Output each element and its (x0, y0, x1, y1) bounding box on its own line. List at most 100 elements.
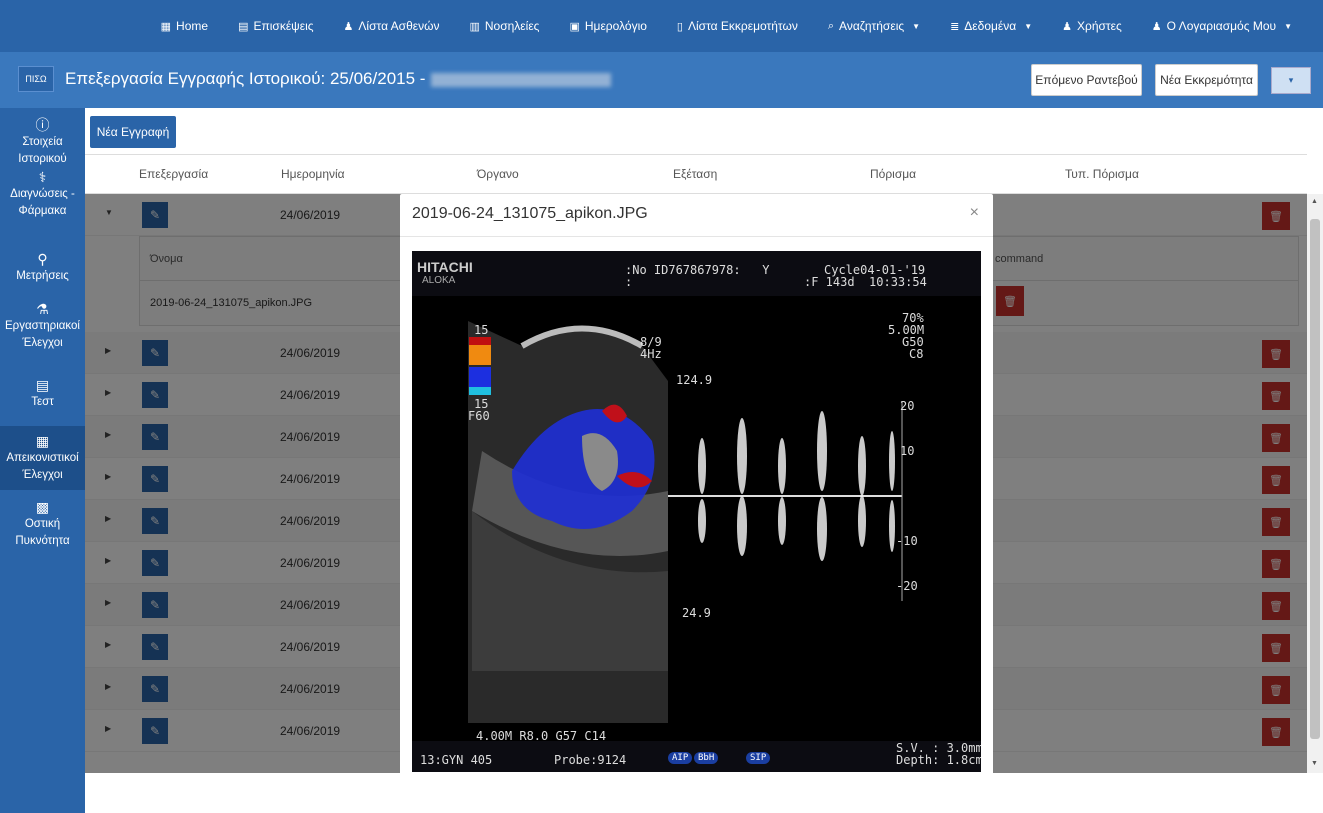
sidebar-item-6[interactable]: ▩ Οστική Πυκνότητα (0, 498, 85, 550)
scroll-up-icon[interactable]: ▲ (1311, 198, 1318, 205)
us-tick-20: 20 (900, 399, 915, 413)
us-hz: 4Hz (640, 347, 662, 361)
nav-label: Ημερολόγιο (584, 19, 647, 33)
users-icon: ♟ (1062, 20, 1072, 33)
nav-item-5[interactable]: ▯ Λίστα Εκκρεμοτήτων (662, 19, 813, 33)
close-icon[interactable]: × (970, 204, 979, 222)
next-appointment-button[interactable]: Επόμενο Ραντεβού (1031, 64, 1142, 96)
sidebar-item-label: Διαγνώσεις - Φάρμακα (10, 188, 75, 217)
nav-label: Επισκέψεις (253, 19, 314, 33)
us-depth: Depth: 1.8cm (896, 753, 981, 767)
col-edit: Επεξεργασία (139, 167, 209, 181)
nav-item-0[interactable]: ▦ Home (146, 19, 223, 33)
sidebar-item-5[interactable]: ▦ Απεικονιστικοί Έλεγχοι (0, 426, 85, 490)
flask-icon: ⚗ (36, 301, 49, 317)
table-header: Επεξεργασία Ημερομηνία Όργανο Εξέταση Πό… (85, 154, 1307, 194)
us-scale-top: 15 (474, 323, 489, 337)
nav-item-9[interactable]: ♟ Ο Λογαριασμός Μου ▼ (1137, 19, 1307, 33)
sidebar-item-3[interactable]: ⚗ Εργαστηριακοί Έλεγχοι (0, 300, 85, 352)
nav-label: Λίστα Εκκρεμοτήτων (687, 19, 798, 33)
new-pending-button[interactable]: Νέα Εκκρεμότητα (1155, 64, 1258, 96)
us-bbh-badge: BbH (694, 752, 719, 764)
col-organ: Όργανο (477, 167, 519, 181)
user-icon: ♟ (343, 20, 354, 33)
us-frame-time: :F 143d 10:33:54 (804, 275, 927, 289)
nav-item-8[interactable]: ♟ Χρήστες (1047, 19, 1137, 33)
page-footer (85, 773, 1323, 813)
caret-down-icon: ▼ (1024, 21, 1033, 31)
brand-hitachi: HITACHI (417, 259, 473, 275)
scrollbar-thumb[interactable] (1310, 219, 1320, 739)
bone-density-icon: ▩ (35, 499, 50, 515)
nav-item-1[interactable]: ▤ Επισκέψεις (223, 19, 328, 33)
nav-label: Ο Λογαριασμός Μου (1166, 19, 1277, 33)
nav-item-4[interactable]: ▣ Ημερολόγιο (554, 19, 661, 33)
us-colon: : (625, 275, 633, 289)
nav-label: Home (176, 19, 209, 33)
nav-item-3[interactable]: ▥ Νοσηλείες (454, 19, 554, 33)
sidebar-item-label: Στοιχεία Ιστορικού (18, 136, 67, 165)
sidebar-item-label: Οστική Πυκνότητα (15, 518, 70, 547)
top-navbar: ▦ Home ▤ Επισκέψεις ♟ Λίστα Ασθενών ▥ Νοσηλείες… (0, 0, 1323, 52)
us-probe: Probe:9124 (554, 753, 627, 767)
scrollbar[interactable]: ▲ ▼ (1307, 194, 1323, 773)
col-typical-conclusion: Τυπ. Πόρισμα (1065, 167, 1139, 181)
us-tick-10: 10 (900, 444, 915, 458)
ultrasound-image: HITACHI ALOKA :No ID767867978: Y : Cycle… (412, 251, 981, 772)
us-bottom-params: 4.00M R8.0 G57 C14 (476, 729, 607, 743)
sidebar-item-label: Μετρήσεις (16, 270, 69, 282)
blurred-patient-name (431, 72, 612, 87)
back-logo-button[interactable]: ΠΙΣΩ (18, 66, 54, 92)
us-patient-id: :No ID767867978: Y (625, 263, 770, 277)
caret-down-icon: ▼ (912, 21, 921, 31)
us-tick-neg20: -20 (896, 579, 918, 593)
database-icon: ≣ (950, 20, 960, 33)
hospital-icon: ▥ (469, 20, 480, 33)
search-icon: ⌕ (827, 19, 835, 32)
sidebar-item-label: Απεικονιστικοί Έλεγχοι (6, 452, 79, 481)
stethoscope-icon: ⚲ (37, 251, 48, 267)
account-icon: ♟ (1151, 20, 1162, 33)
col-date: Ημερομηνία (281, 167, 345, 181)
nav-item-2[interactable]: ♟ Λίστα Ασθενών (329, 19, 455, 33)
nav-label: Χρήστες (1077, 19, 1122, 33)
us-f60: F60 (468, 409, 490, 423)
header-dropdown-button[interactable]: ▾ (1271, 67, 1311, 94)
sidebar-item-0[interactable]: ⓘ Στοιχεία Ιστορικού (0, 116, 85, 168)
clipboard-icon: ▯ (676, 20, 683, 33)
new-record-button[interactable]: Νέα Εγγραφή (90, 116, 176, 148)
nav-label: Αναζητήσεις (839, 19, 905, 33)
us-tick-neg10: -10 (896, 534, 918, 548)
page-title-text: Επεξεργασία Εγγραφής Ιστορικού: 25/06/20… (65, 69, 426, 88)
chevron-down-icon: ▾ (1288, 75, 1294, 85)
sidebar-item-label: Τεστ (31, 396, 54, 408)
clipboard-image-icon: ▦ (35, 433, 50, 449)
us-gyn: 13:GYN 405 (420, 753, 493, 767)
us-param-4: C8 (909, 347, 924, 361)
sidebar-item-2[interactable]: ⚲ Μετρήσεις (0, 250, 85, 285)
col-conclusion: Πόρισμα (870, 167, 917, 181)
image-modal: 2019-06-24_131075_apikon.JPG × HITACHI A… (400, 194, 993, 779)
us-velocity-bottom: 24.9 (682, 606, 711, 620)
document-icon: ▤ (238, 20, 249, 33)
nav-label: Νοσηλείες (484, 19, 540, 33)
nav-item-6[interactable]: ⌕ Αναζητήσεις ▼ (813, 19, 935, 33)
clipboard-list-icon: ▤ (35, 377, 50, 393)
modal-divider (400, 236, 993, 237)
nav-item-7[interactable]: ≣ Δεδομένα ▼ (935, 19, 1047, 33)
us-velocity-top: 124.9 (676, 373, 713, 387)
pills-icon: ⚕ (38, 169, 47, 185)
sidebar-item-4[interactable]: ▤ Τεστ (0, 376, 85, 411)
us-sip-badge: SIP (746, 752, 771, 764)
main-nav: ▦ Home ▤ Επισκέψεις ♟ Λίστα Ασθενών ▥ Νοσηλείες… (146, 0, 1307, 52)
sidebar: ⓘ Στοιχεία Ιστορικού ⚕ Διαγνώσεις - Φάρμακα… (0, 108, 85, 813)
col-exam: Εξέταση (673, 167, 718, 181)
page-title: Επεξεργασία Εγγραφής Ιστορικού: 25/06/20… (65, 69, 612, 89)
modal-title: 2019-06-24_131075_apikon.JPG (412, 205, 648, 222)
info-icon: ⓘ (35, 117, 50, 133)
sidebar-item-1[interactable]: ⚕ Διαγνώσεις - Φάρμακα (0, 168, 85, 220)
scroll-down-icon[interactable]: ▼ (1311, 760, 1318, 767)
us-aip-badge: AIP (668, 752, 693, 764)
calendar-icon: ▣ (569, 20, 580, 33)
caret-down-icon: ▼ (1284, 21, 1292, 31)
